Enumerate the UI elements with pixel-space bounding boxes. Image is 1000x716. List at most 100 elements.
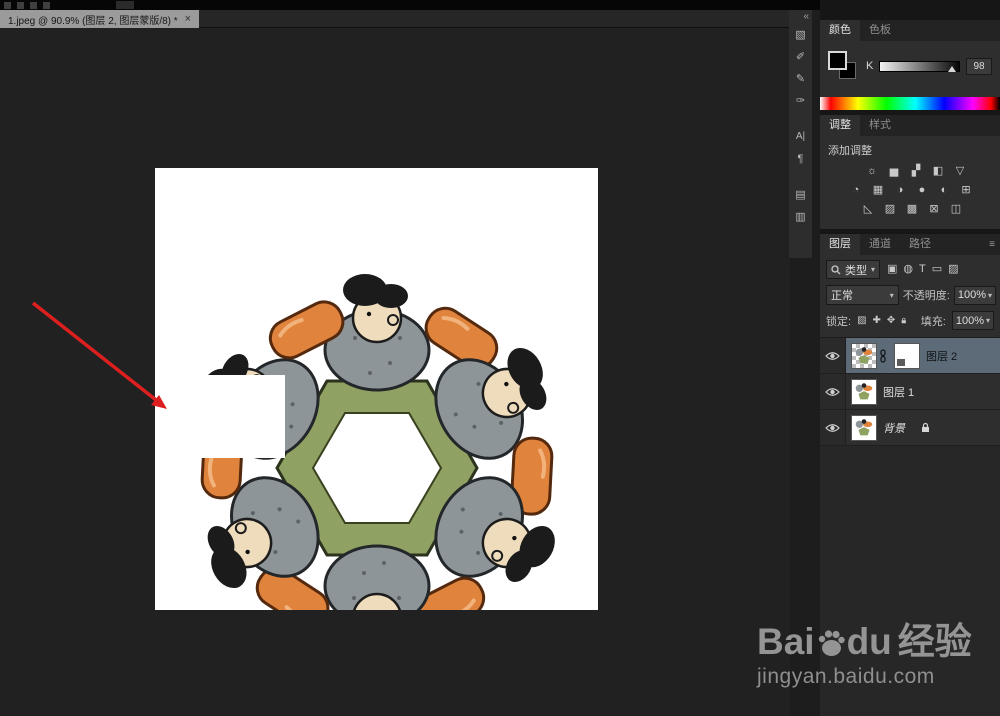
fill-label: 填充: [920,315,946,328]
tab-layers[interactable]: 图层 [820,234,860,255]
info-panel-icon[interactable]: ▤ [789,184,812,206]
invert-icon[interactable]: ◺ [860,202,876,217]
app-icon[interactable] [4,1,11,9]
k-channel-row: K 98 [866,57,992,75]
shape-filter-icon[interactable]: ▭ [932,262,942,277]
tab-adjustments[interactable]: 调整 [820,115,860,136]
layer-name[interactable]: 图层 1 [883,384,914,400]
app-icon[interactable] [43,1,50,9]
eye-icon [825,423,840,432]
lock-label: 锁定: [826,315,852,328]
tab-swatches[interactable]: 色板 [860,20,900,41]
lasso-tool-icon[interactable]: ✐ [789,46,812,68]
layers-panel-tabs: 图层 通道 路径 ≡ [820,234,1000,255]
app-icon[interactable] [17,1,24,9]
type-tool-icon[interactable]: A| [789,126,812,148]
black-white-icon[interactable]: ◑ [892,183,908,198]
layer-name[interactable]: 图层 2 [926,348,957,364]
layer-name[interactable]: 背景 [883,420,905,436]
tab-channels[interactable]: 通道 [860,234,900,255]
tab-paths[interactable]: 路径 [900,234,940,255]
brightness-contrast-icon[interactable]: ☼ [864,164,880,179]
lock-pixels-icon[interactable]: ✚ [873,315,881,326]
color-balance-icon[interactable]: ▦ [870,183,886,198]
baidu-logo-bai: Bai [757,621,815,662]
levels-icon[interactable]: ▅ [886,164,902,179]
app-icon[interactable] [30,1,37,9]
threshold-icon[interactable]: ▩ [904,202,920,217]
add-adjustment-label: 添加调整 [828,145,872,157]
lock-icon [922,422,929,432]
color-panel: 颜色 色板 K 98 [820,20,1000,110]
close-icon[interactable]: × [185,13,191,25]
type-filter-icon[interactable]: T [919,262,926,277]
chevron-down-icon: ▾ [889,290,894,300]
adjustment-filter-icon[interactable]: ◍ [903,262,913,277]
vibrance-icon[interactable]: ▽ [952,164,968,179]
fill-value: 100% [955,314,984,327]
panel-dock: 颜色 色板 K 98 调整 样式 添加调整 ☼ ▅ ▞ ◧ ▽ ◔ ▦ ◑ ● … [820,0,1000,716]
notes-panel-icon[interactable]: ▥ [789,206,812,228]
tab-styles[interactable]: 样式 [860,115,900,136]
baidu-url: jingyan.baidu.com [757,665,935,688]
curves-icon[interactable]: ▞ [908,164,924,179]
document-tab[interactable]: 1.jpeg @ 90.9% (图层 2, 图层蒙版/8) * × [0,10,200,28]
channel-mixer-icon[interactable]: ◐ [936,183,952,198]
gradient-map-icon[interactable]: ⊠ [926,202,942,217]
hue-saturation-icon[interactable]: ◔ [848,183,864,198]
tab-color[interactable]: 颜色 [820,20,860,41]
cartoon-artwork [143,259,611,677]
layer-row[interactable]: 图层 2 [820,338,1000,374]
pixel-filter-icon[interactable]: ▣ [887,262,897,277]
chevron-down-icon: ▾ [987,290,992,300]
exposure-icon[interactable]: ◧ [930,164,946,179]
layer-filter-type-dropdown[interactable]: 类型 ▾ [826,260,881,279]
color-lookup-icon[interactable]: ⊞ [958,183,974,198]
opacity-value-field[interactable]: 100% ▾ [953,285,996,305]
workspace-icon[interactable] [116,1,134,9]
color-swatch-widget [828,51,858,81]
layer-thumbnail[interactable] [851,342,877,369]
baidu-logo: Bai du 经验 [757,622,972,662]
layer-thumbnail[interactable] [851,378,877,405]
lock-transparency-icon[interactable]: ▨ [857,315,866,326]
visibility-toggle[interactable] [820,410,846,445]
lock-all-icon[interactable] [901,315,907,326]
selective-color-icon[interactable]: ◫ [948,202,964,217]
photo-filter-icon[interactable]: ● [914,183,930,198]
baidu-logo-du: du [846,621,892,662]
eyedropper-tool-icon[interactable]: ✎ [789,68,812,90]
adjustment-row: ◺ ▨ ▩ ⊠ ◫ [826,202,994,217]
foreground-color-swatch[interactable] [828,51,847,70]
color-spectrum-bar[interactable] [820,97,1000,110]
layer-thumbnail[interactable] [851,414,877,441]
annotation-arrow [31,301,167,409]
paragraph-tool-icon[interactable]: ¶ [789,148,812,170]
magnifier-icon [831,264,841,274]
layer-mask-thumbnail[interactable] [894,342,920,369]
posterize-icon[interactable]: ▨ [882,202,898,217]
collapse-panel-icon[interactable]: « [803,10,812,24]
document-image[interactable] [143,168,611,677]
fill-value-field[interactable]: 100% ▾ [951,311,994,330]
visibility-toggle[interactable] [820,338,846,373]
brush-tool-icon[interactable]: ✑ [789,90,812,112]
toolbar: « ▧ ✐ ✎ ✑ A| ¶ ▤ ▥ [789,10,812,258]
layer-row[interactable]: 图层 1 [820,374,1000,410]
blend-mode-dropdown[interactable]: 正常 ▾ [826,285,899,305]
layer-row[interactable]: 背景 [820,410,1000,446]
opacity-label: 不透明度: [902,290,950,302]
k-slider[interactable] [879,60,960,72]
k-value-field[interactable]: 98 [966,57,992,75]
slider-knob-icon[interactable] [948,65,956,72]
visibility-toggle[interactable] [820,374,846,409]
baidu-watermark: Bai du 经验 jingyan.baidu.com [757,622,972,689]
panel-menu-icon[interactable]: ≡ [989,239,1000,250]
canvas-area[interactable] [0,28,790,716]
opacity-value: 100% [957,289,986,301]
lock-position-icon[interactable]: ✥ [887,315,895,326]
photoshop-window: 1.jpeg @ 90.9% (图层 2, 图层蒙版/8) * × « ▧ ✐ … [0,0,1000,716]
k-channel-label: K [866,60,874,72]
marquee-tool-icon[interactable]: ▧ [789,24,812,46]
smart-object-filter-icon[interactable]: ▨ [948,262,958,277]
